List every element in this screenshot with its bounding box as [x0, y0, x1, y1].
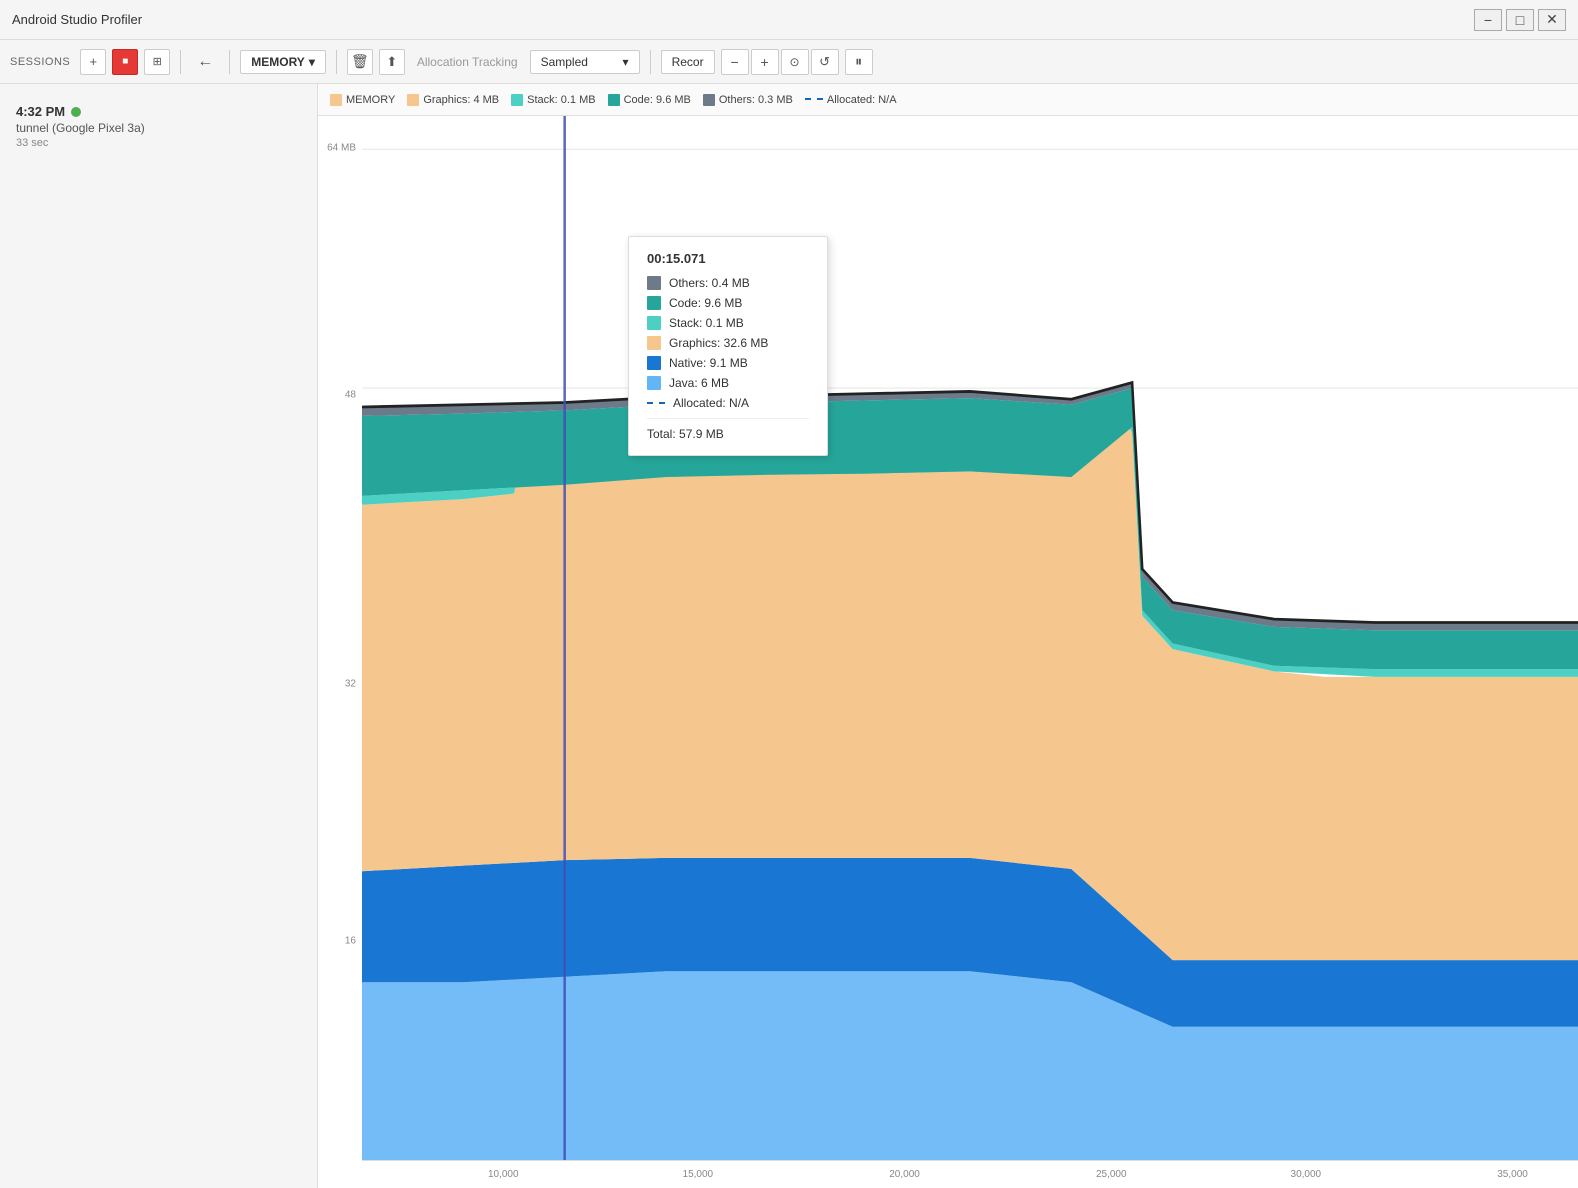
tick-30000: 30,000 — [1291, 1169, 1322, 1180]
sidebar: 4:32 PM tunnel (Google Pixel 3a) 33 sec — [0, 84, 318, 1188]
legend-code: Code: 9.6 MB — [608, 94, 691, 106]
back-button[interactable]: ← — [191, 48, 219, 76]
record-label: Recor — [672, 55, 704, 69]
legend-graphics: Graphics: 4 MB — [407, 94, 499, 106]
tooltip-row-java: Java: 6 MB — [647, 376, 809, 390]
tooltip-row-native: Native: 9.1 MB — [647, 356, 809, 370]
y-label-32: 32 — [345, 679, 356, 690]
tooltip-stack-label: Stack: 0.1 MB — [669, 316, 744, 330]
maximize-button[interactable]: □ — [1506, 9, 1534, 31]
tick-10000: 10,000 — [488, 1169, 519, 1180]
tooltip-stack-color — [647, 316, 661, 330]
memory-label: MEMORY — [251, 55, 305, 69]
memory-dropdown-button[interactable]: MEMORY ▾ — [240, 50, 326, 74]
timeline-bar: 10,000 15,000 20,000 25,000 30,000 35,00… — [362, 1160, 1578, 1188]
tooltip-native-label: Native: 9.1 MB — [669, 356, 748, 370]
layout-button[interactable]: ⊞ — [144, 49, 170, 75]
tooltip-row-allocated: Allocated: N/A — [647, 396, 809, 410]
tooltip-graphics-label: Graphics: 32.6 MB — [669, 336, 768, 350]
legend-stack-color — [511, 94, 523, 106]
tooltip-java-label: Java: 6 MB — [669, 376, 729, 390]
minimize-button[interactable]: − — [1474, 9, 1502, 31]
add-session-button[interactable]: + — [80, 49, 106, 75]
tooltip-allocated-label: Allocated: N/A — [673, 396, 749, 410]
session-time: 4:32 PM — [16, 104, 301, 119]
tooltip-java-color — [647, 376, 661, 390]
toolbar: SESSIONS + ■ ⊞ ← MEMORY ▾ 🗑 ⬆ Allocation… — [0, 40, 1578, 84]
session-active-dot — [71, 107, 81, 117]
legend-allocated: Allocated: N/A — [805, 94, 897, 106]
zoom-plus-button[interactable]: + — [751, 49, 779, 75]
session-time-text: 4:32 PM — [16, 104, 65, 119]
legend-memory: MEMORY — [330, 94, 395, 106]
delete-button[interactable]: 🗑 — [347, 49, 373, 75]
window-controls: − □ ✕ — [1474, 9, 1566, 31]
legend-graphics-color — [407, 94, 419, 106]
tooltip-row-others: Others: 0.4 MB — [647, 276, 809, 290]
toolbar-divider-3 — [336, 50, 337, 74]
toolbar-divider-2 — [229, 50, 230, 74]
tooltip-others-color — [647, 276, 661, 290]
tooltip-row-code: Code: 9.6 MB — [647, 296, 809, 310]
tick-25000: 25,000 — [1096, 1169, 1127, 1180]
legend-others-label: Others: 0.3 MB — [719, 94, 793, 106]
session-device: tunnel (Google Pixel 3a) — [16, 121, 301, 135]
legend-others-color — [703, 94, 715, 106]
tooltip-code-color — [647, 296, 661, 310]
legend-allocated-dash — [805, 98, 823, 101]
tooltip-time: 00:15.071 — [647, 251, 809, 266]
memory-chart-svg — [362, 116, 1578, 1160]
session-item[interactable]: 4:32 PM tunnel (Google Pixel 3a) 33 sec — [0, 94, 317, 159]
memory-tooltip: 00:15.071 Others: 0.4 MB Code: 9.6 MB St… — [628, 236, 828, 456]
legend-memory-color — [330, 94, 342, 106]
main-layout: 4:32 PM tunnel (Google Pixel 3a) 33 sec … — [0, 84, 1578, 1188]
zoom-minus-button[interactable]: − — [721, 49, 749, 75]
tooltip-others-label: Others: 0.4 MB — [669, 276, 750, 290]
sampled-dropdown-button[interactable]: Sampled ▾ — [530, 50, 640, 74]
tooltip-row-stack: Stack: 0.1 MB — [647, 316, 809, 330]
memory-chevron: ▾ — [309, 55, 315, 69]
tooltip-row-graphics: Graphics: 32.6 MB — [647, 336, 809, 350]
y-axis: 64 MB 48 32 16 — [318, 116, 362, 1188]
legend-stack: Stack: 0.1 MB — [511, 94, 595, 106]
stop-button[interactable]: ■ — [112, 49, 138, 75]
y-label-48: 48 — [345, 389, 356, 400]
session-duration: 33 sec — [16, 137, 301, 149]
chart-container[interactable]: 64 MB 48 32 16 — [318, 116, 1578, 1188]
allocation-tracking-label: Allocation Tracking — [411, 55, 524, 69]
tooltip-native-color — [647, 356, 661, 370]
zoom-controls: − + ⊙ ↺ — [721, 49, 839, 75]
tick-20000: 20,000 — [889, 1169, 920, 1180]
legend-graphics-label: Graphics: 4 MB — [423, 94, 499, 106]
pause-button[interactable]: ⏸ — [845, 49, 873, 75]
legend-code-color — [608, 94, 620, 106]
title-bar: Android Studio Profiler − □ ✕ — [0, 0, 1578, 40]
y-label-16: 16 — [345, 936, 356, 947]
legend-memory-label: MEMORY — [346, 94, 395, 106]
zoom-reset-button[interactable]: ↺ — [811, 49, 839, 75]
tooltip-allocated-dash — [647, 402, 665, 405]
y-label-64: 64 MB — [327, 143, 356, 154]
toolbar-divider-4 — [650, 50, 651, 74]
export-button[interactable]: ⬆ — [379, 49, 405, 75]
zoom-fit-button[interactable]: ⊙ — [781, 49, 809, 75]
legend-stack-label: Stack: 0.1 MB — [527, 94, 595, 106]
sampled-chevron: ▾ — [623, 55, 629, 69]
legend-bar: MEMORY Graphics: 4 MB Stack: 0.1 MB Code… — [318, 84, 1578, 116]
sampled-label: Sampled — [541, 55, 588, 69]
toolbar-divider-1 — [180, 50, 181, 74]
tick-35000: 35,000 — [1497, 1169, 1528, 1180]
legend-allocated-label: Allocated: N/A — [827, 94, 897, 106]
sessions-label: SESSIONS — [10, 56, 70, 68]
app-title: Android Studio Profiler — [12, 12, 142, 27]
legend-code-label: Code: 9.6 MB — [624, 94, 691, 106]
legend-others: Others: 0.3 MB — [703, 94, 793, 106]
tick-15000: 15,000 — [683, 1169, 714, 1180]
tooltip-total: Total: 57.9 MB — [647, 418, 809, 441]
tooltip-code-label: Code: 9.6 MB — [669, 296, 742, 310]
tooltip-graphics-color — [647, 336, 661, 350]
record-button[interactable]: Recor — [661, 50, 715, 74]
chart-area: MEMORY Graphics: 4 MB Stack: 0.1 MB Code… — [318, 84, 1578, 1188]
close-button[interactable]: ✕ — [1538, 9, 1566, 31]
